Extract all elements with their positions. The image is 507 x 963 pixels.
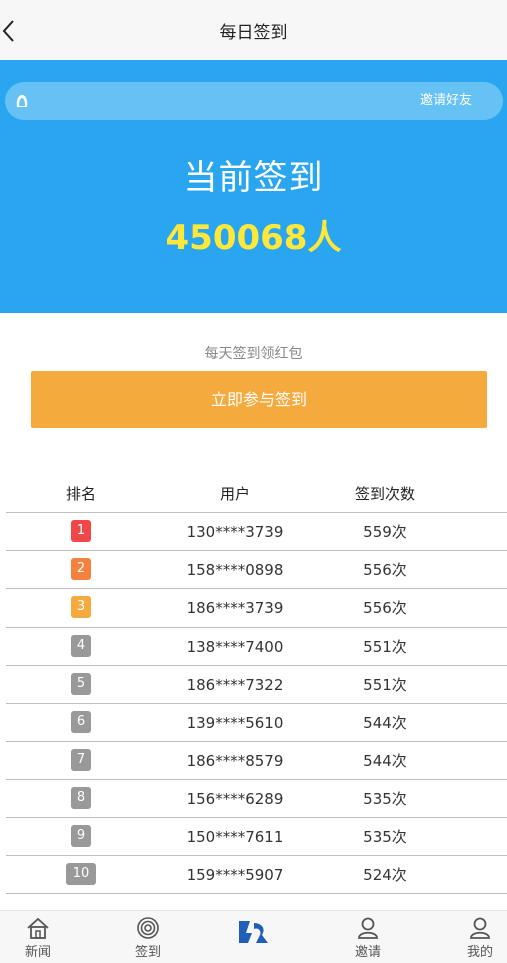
user-icon bbox=[358, 917, 378, 939]
row-count: 556次 bbox=[363, 599, 407, 617]
top-nav-bar: 每日签到 bbox=[0, 0, 507, 60]
rank-badge: 4 bbox=[71, 635, 91, 657]
row-user: 130****3739 bbox=[186, 523, 284, 541]
ranking-table: 排名 用户 签到次数 1 130****3739 559次 2 158****0… bbox=[0, 463, 507, 910]
signin-count-value: 450068人 bbox=[165, 218, 342, 258]
bottom-tab-bar: 新闻 签到 邀请 我的 bbox=[0, 910, 507, 963]
tab-invite-label: 邀请 bbox=[354, 945, 381, 960]
rank-badge: 1 bbox=[71, 520, 91, 542]
tab-mine[interactable]: 我的 bbox=[450, 911, 507, 963]
tab-signin-label: 签到 bbox=[134, 945, 161, 960]
rank-badge: 2 bbox=[71, 558, 91, 580]
row-user: 159****5907 bbox=[186, 866, 284, 884]
col-rank-header: 排名 bbox=[65, 485, 96, 503]
row-count: 535次 bbox=[363, 790, 407, 808]
row-user: 186****7322 bbox=[186, 676, 284, 694]
signin-section: 每天签到领红包 立即参与签到 bbox=[0, 313, 507, 463]
col-user-header: 用户 bbox=[219, 485, 250, 503]
table-row: 3 186****3739 556次 bbox=[0, 589, 507, 627]
rank-badge: 6 bbox=[71, 711, 91, 733]
table-row: 8 156****6289 535次 bbox=[0, 780, 507, 818]
join-signin-button[interactable]: 立即参与签到 bbox=[31, 371, 487, 428]
logo-icon bbox=[239, 921, 268, 943]
table-row: 10 159****5907 524次 bbox=[0, 856, 507, 894]
row-user: 139****5610 bbox=[186, 714, 284, 732]
table-row: 2 158****0898 556次 bbox=[0, 551, 507, 589]
table-row: 9 150****7611 535次 bbox=[0, 818, 507, 856]
col-count-header: 签到次数 bbox=[354, 485, 415, 503]
rank-badge: 8 bbox=[71, 787, 91, 809]
row-count: 559次 bbox=[363, 523, 407, 541]
rank-badge: 9 bbox=[71, 825, 91, 847]
table-row: 1 130****3739 559次 bbox=[0, 513, 507, 551]
tab-news[interactable]: 新闻 bbox=[8, 911, 68, 963]
rank-badge: 5 bbox=[71, 673, 91, 695]
target-icon bbox=[137, 917, 159, 939]
row-user: 186****8579 bbox=[186, 752, 284, 770]
user-icon bbox=[470, 917, 490, 939]
row-count: 556次 bbox=[363, 561, 407, 579]
rank-badge: 7 bbox=[71, 749, 91, 771]
tab-invite[interactable]: 邀请 bbox=[338, 911, 398, 963]
home-icon bbox=[27, 917, 49, 939]
row-count: 544次 bbox=[363, 752, 407, 770]
row-count: 551次 bbox=[363, 638, 407, 656]
table-row: 6 139****5610 544次 bbox=[0, 704, 507, 742]
row-count: 535次 bbox=[363, 828, 407, 846]
ranking-header: 排名 用户 签到次数 bbox=[0, 477, 507, 511]
table-row: 7 186****8579 544次 bbox=[0, 742, 507, 780]
tab-mine-label: 我的 bbox=[466, 945, 493, 960]
row-user: 186****3739 bbox=[186, 599, 284, 617]
marquee-text: 邀请好友 bbox=[420, 93, 473, 108]
row-user: 158****0898 bbox=[186, 561, 284, 579]
page-title: 每日签到 bbox=[219, 23, 288, 43]
invite-marquee[interactable]: 邀请好友 bbox=[5, 82, 503, 120]
tab-home-logo[interactable] bbox=[224, 911, 284, 963]
table-row: 5 186****7322 551次 bbox=[0, 666, 507, 704]
signin-count-label: 当前签到 bbox=[183, 158, 324, 198]
rank-badge: 10 bbox=[66, 863, 96, 885]
row-user: 150****7611 bbox=[186, 828, 284, 846]
tab-signin[interactable]: 签到 bbox=[118, 911, 178, 963]
signin-hint: 每天签到领红包 bbox=[204, 346, 303, 362]
row-user: 138****7400 bbox=[186, 638, 284, 656]
row-count: 551次 bbox=[363, 676, 407, 694]
row-user: 156****6289 bbox=[186, 790, 284, 808]
signin-banner: 邀请好友 当前签到 450068人 bbox=[0, 60, 507, 313]
row-count: 544次 bbox=[363, 714, 407, 732]
rank-badge: 3 bbox=[71, 596, 91, 618]
tab-news-label: 新闻 bbox=[24, 945, 51, 960]
divider bbox=[6, 893, 507, 894]
row-count: 524次 bbox=[363, 866, 407, 884]
table-row: 4 138****7400 551次 bbox=[0, 628, 507, 666]
notice-icon bbox=[16, 95, 28, 107]
